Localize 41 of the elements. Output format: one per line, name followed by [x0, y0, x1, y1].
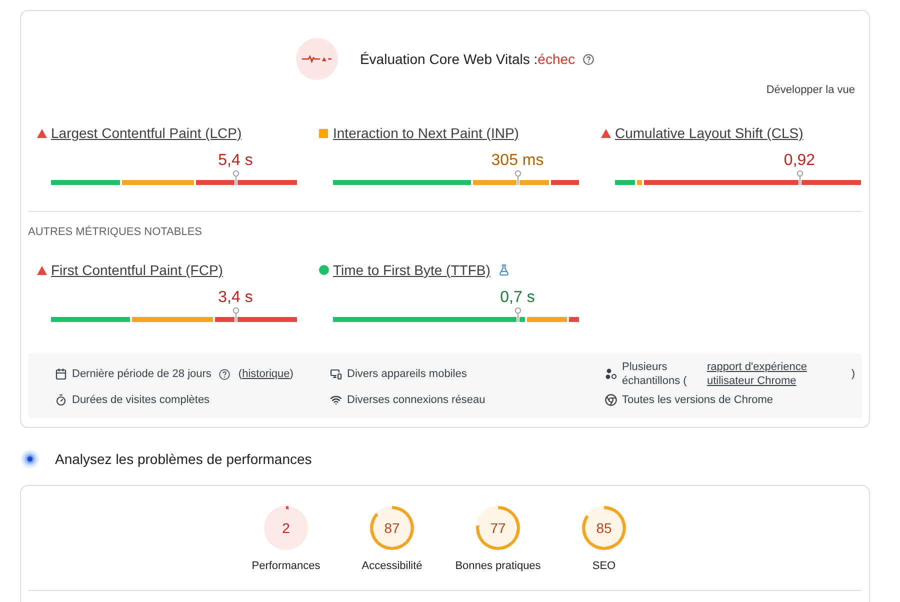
- paren-text: ): [851, 367, 855, 381]
- metric-link[interactable]: First Contentful Paint (FCP): [51, 261, 223, 279]
- assessment-heading: Évaluation Core Web Vitals :échec: [360, 50, 576, 68]
- help-icon[interactable]: [583, 54, 594, 64]
- metric-link[interactable]: Interaction to Next Paint (INP): [333, 124, 519, 142]
- category-label: Performances: [252, 559, 320, 573]
- waveform-icon: [296, 38, 338, 80]
- history-link[interactable]: (historique): [238, 367, 294, 381]
- score-value: 2: [282, 520, 290, 536]
- metric-value: 0,7 s: [500, 288, 535, 308]
- devices-icon: [330, 368, 342, 380]
- help-icon[interactable]: [219, 368, 230, 380]
- score-value: 87: [384, 520, 400, 536]
- condition-text: Durées de visites complètes: [72, 393, 210, 407]
- metric-value: 5,4 s: [218, 151, 253, 171]
- calendar-icon: [55, 368, 67, 380]
- category-label: SEO: [592, 559, 616, 573]
- condition-text: Diverses connexions réseau: [347, 393, 486, 407]
- section-title: Analysez les problèmes de performances: [55, 450, 312, 469]
- metric-value: 3,4 s: [218, 288, 253, 308]
- condition-text: Divers appareils mobiles: [347, 367, 467, 381]
- condition-text: Toutes les versions de Chrome: [622, 393, 774, 407]
- report-link[interactable]: rapport d'expérience utilisateur Chrome: [707, 360, 817, 388]
- condition-text: Dernière période de 28 jours: [72, 367, 212, 381]
- browser-icon: [605, 394, 617, 406]
- metric-link[interactable]: Cumulative Layout Shift (CLS): [615, 124, 804, 142]
- metric-value: 305 ms: [491, 151, 544, 171]
- dots-icon: [605, 368, 617, 380]
- category-label: Accessibilité: [362, 559, 422, 573]
- glowing-dot-icon: [20, 449, 40, 469]
- section-heading: AUTRES MÉTRIQUES NOTABLES: [28, 225, 203, 239]
- metric-link[interactable]: Largest Contentful Paint (LCP): [51, 124, 242, 142]
- expand-view-button[interactable]: Développer la vue: [766, 84, 855, 97]
- stopwatch-icon: [55, 394, 67, 406]
- condition-text: Plusieurs échantillons (: [622, 360, 688, 388]
- metric-link[interactable]: Time to First Byte (TTFB): [333, 261, 490, 279]
- score-value: 77: [490, 520, 506, 536]
- wifi-icon: [330, 394, 342, 406]
- category-label: Bonnes pratiques: [455, 559, 541, 573]
- metric-value: 0,92: [784, 151, 816, 171]
- score-value: 85: [596, 520, 612, 536]
